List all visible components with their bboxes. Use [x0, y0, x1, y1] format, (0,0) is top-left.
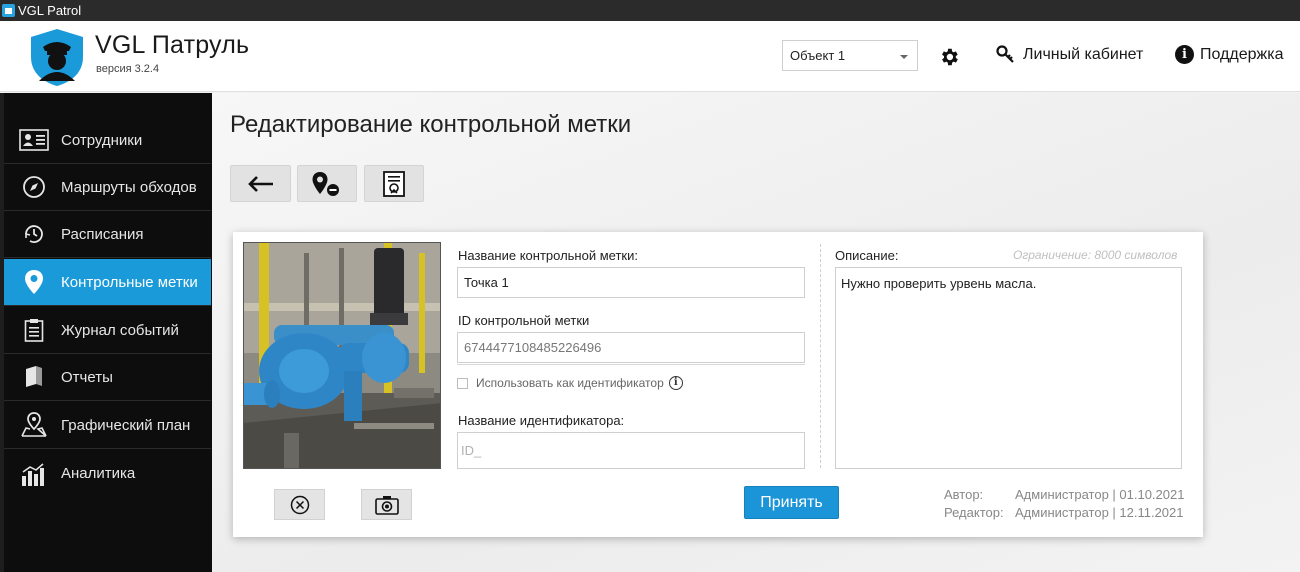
sidebar-item-label: Журнал событий — [61, 321, 179, 339]
sidebar-item-checkpoints[interactable]: Контрольные метки — [4, 259, 211, 306]
personal-cabinet-label: Личный кабинет — [1023, 46, 1144, 63]
take-photo-button[interactable] — [361, 489, 412, 520]
identifier-name-input[interactable]: ID_ — [457, 432, 805, 469]
author-label: Автор: — [944, 487, 984, 502]
checkpoint-name-input[interactable]: Точка 1 — [457, 267, 805, 298]
brand-title: VGL Патруль — [95, 31, 250, 59]
clipboard-icon — [19, 317, 49, 343]
window-titlebar: VGL Patrol — [0, 0, 1300, 21]
main-content: Редактирование контрольной метки Названи… — [212, 93, 1300, 572]
info-icon: i — [1175, 45, 1194, 64]
chevron-down-icon — [900, 55, 908, 59]
sidebar-item-graphic-plan[interactable]: Графический план — [4, 402, 211, 449]
pump-photo-image — [244, 243, 440, 468]
key-icon — [996, 45, 1014, 63]
sidebar-item-employees[interactable]: Сотрудники — [4, 117, 211, 164]
bar-chart-icon — [19, 461, 49, 487]
use-as-identifier-row[interactable]: Использовать как идентификатор i — [457, 376, 683, 390]
identifier-name-label: Название идентификатора: — [458, 413, 625, 428]
sidebar-item-reports[interactable]: Отчеты — [4, 354, 211, 401]
divider — [457, 364, 805, 365]
support-label: Поддержка — [1200, 45, 1284, 63]
sidebar-item-label: Маршруты обходов — [61, 178, 197, 196]
page-title: Редактирование контрольной метки — [230, 111, 632, 138]
sidebar-item-label: Сотрудники — [61, 131, 143, 149]
book-icon — [19, 364, 49, 390]
description-limit: Ограничение: 8000 символов — [1013, 248, 1178, 262]
version-label: версия 3.2.4 — [96, 63, 160, 75]
editor-label: Редактор: — [944, 505, 1004, 520]
delete-photo-button[interactable] — [274, 489, 325, 520]
description-textarea[interactable]: Нужно проверить урвень масла. — [835, 267, 1182, 469]
personal-cabinet-link[interactable]: Личный кабинет — [996, 45, 1143, 65]
support-link[interactable]: i Поддержка — [1175, 45, 1283, 64]
id-card-icon — [19, 127, 49, 153]
checkpoint-id-label: ID контрольной метки — [458, 313, 590, 328]
sidebar-item-label: Расписания — [61, 225, 144, 243]
document-icon — [383, 170, 405, 197]
object-select[interactable]: Объект 1 — [782, 40, 918, 71]
checkpoint-name-label: Название контрольной метки: — [458, 248, 638, 263]
back-arrow-icon — [247, 175, 273, 192]
sidebar-item-label: Контрольные метки — [61, 273, 198, 291]
checkpoint-photo — [243, 242, 441, 469]
window-title: VGL Patrol — [18, 3, 82, 18]
column-divider — [820, 244, 821, 468]
sidebar-item-routes[interactable]: Маршруты обходов — [4, 164, 211, 211]
close-circle-icon — [290, 495, 309, 514]
back-button[interactable] — [230, 165, 291, 202]
sidebar: Сотрудники Маршруты обходов Расписания К… — [0, 93, 212, 572]
description-label: Описание: — [835, 248, 899, 263]
sidebar-item-label: Аналитика — [61, 465, 136, 482]
info-icon[interactable]: i — [668, 376, 683, 390]
sidebar-item-schedules[interactable]: Расписания — [4, 211, 211, 258]
checkpoint-edit-card: Название контрольной метки: Точка 1 ID к… — [233, 232, 1203, 537]
pin-remove-icon — [312, 171, 339, 196]
app-header: VGL Патруль версия 3.2.4 Объект 1 Личный… — [0, 21, 1300, 92]
gear-icon[interactable] — [938, 46, 960, 68]
editor-value: Администратор | 12.11.2021 — [1015, 505, 1184, 520]
use-as-identifier-checkbox[interactable] — [457, 377, 468, 389]
object-select-value: Объект 1 — [790, 48, 846, 63]
document-button[interactable] — [364, 165, 424, 202]
checkpoint-id-field[interactable]: 6744477108485226496 — [457, 332, 805, 363]
compass-icon — [19, 174, 49, 200]
clock-icon — [19, 221, 49, 247]
sidebar-item-label: Графический план — [61, 416, 191, 434]
guard-logo-icon — [31, 29, 83, 86]
sidebar-item-label: Отчеты — [61, 368, 113, 386]
app-logo-icon — [2, 4, 15, 17]
author-value: Администратор | 01.10.2021 — [1015, 487, 1185, 502]
sidebar-item-event-log[interactable]: Журнал событий — [4, 307, 211, 354]
sidebar-item-analytics[interactable]: Аналитика — [4, 450, 211, 497]
map-location-icon — [19, 412, 49, 438]
map-pin-icon — [19, 269, 49, 295]
remove-checkpoint-button[interactable] — [297, 165, 357, 202]
accept-button[interactable]: Принять — [744, 486, 839, 519]
use-as-identifier-label: Использовать как идентификатор — [476, 376, 664, 390]
camera-icon — [374, 495, 399, 515]
